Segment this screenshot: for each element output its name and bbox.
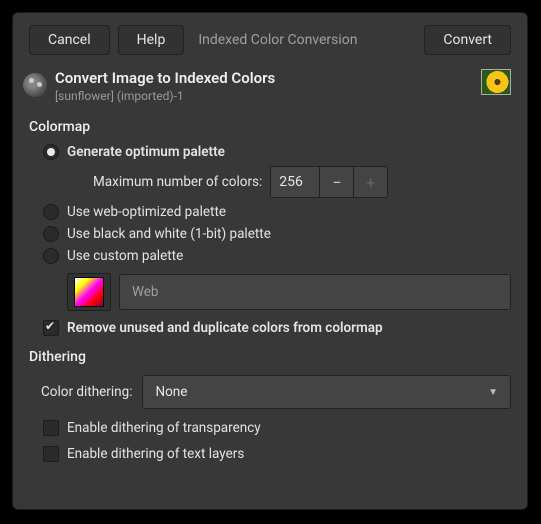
color-dithering-select[interactable]: None ▼ [142,375,511,409]
max-colors-label: Maximum number of colors: [93,174,262,190]
cancel-button[interactable]: Cancel [29,25,110,55]
dialog-title: Convert Image to Indexed Colors [55,69,473,87]
remove-unused-label: Remove unused and duplicate colors from … [67,320,383,336]
palette-swatch-button[interactable] [67,273,111,311]
radio-black-white[interactable] [43,226,59,242]
dialog-window: Cancel Help Indexed Color Conversion Con… [12,12,528,510]
chevron-down-icon: ▼ [488,387,498,398]
checkbox-remove-unused[interactable] [43,320,59,336]
dither-text-layers-label: Enable dithering of text layers [67,446,244,462]
stepper-decrement[interactable]: − [320,166,354,198]
max-colors-stepper: − + [270,166,388,198]
color-dithering-value: None [155,384,187,400]
image-thumbnail [481,69,511,95]
dither-transparency-label: Enable dithering of transparency [67,420,261,436]
radio-bw-label: Use black and white (1-bit) palette [67,226,271,242]
image-name-label: [sunflower] (imported)-1 [55,89,473,103]
dithering-section-title: Dithering [13,341,527,369]
radio-generate-optimum[interactable] [43,144,59,160]
radio-custom-label: Use custom palette [67,248,183,264]
checkbox-dither-text-layers[interactable] [43,446,59,462]
app-icon [23,73,47,97]
window-title: Indexed Color Conversion [198,32,357,48]
radio-web-optimized[interactable] [43,204,59,220]
palette-gradient-icon [74,277,104,307]
checkbox-dither-transparency[interactable] [43,420,59,436]
max-colors-input[interactable] [270,166,320,198]
radio-generate-label: Generate optimum palette [67,144,225,160]
color-dithering-label: Color dithering: [41,384,132,400]
colormap-section-title: Colormap [13,111,527,139]
stepper-increment[interactable]: + [354,166,388,198]
radio-custom-palette[interactable] [43,248,59,264]
convert-button[interactable]: Convert [424,25,511,55]
palette-name-field[interactable]: Web [119,274,511,310]
titlebar: Cancel Help Indexed Color Conversion Con… [13,13,527,65]
help-button[interactable]: Help [118,25,185,55]
radio-web-label: Use web-optimized palette [67,204,226,220]
dialog-header: Convert Image to Indexed Colors [sunflow… [13,65,527,111]
